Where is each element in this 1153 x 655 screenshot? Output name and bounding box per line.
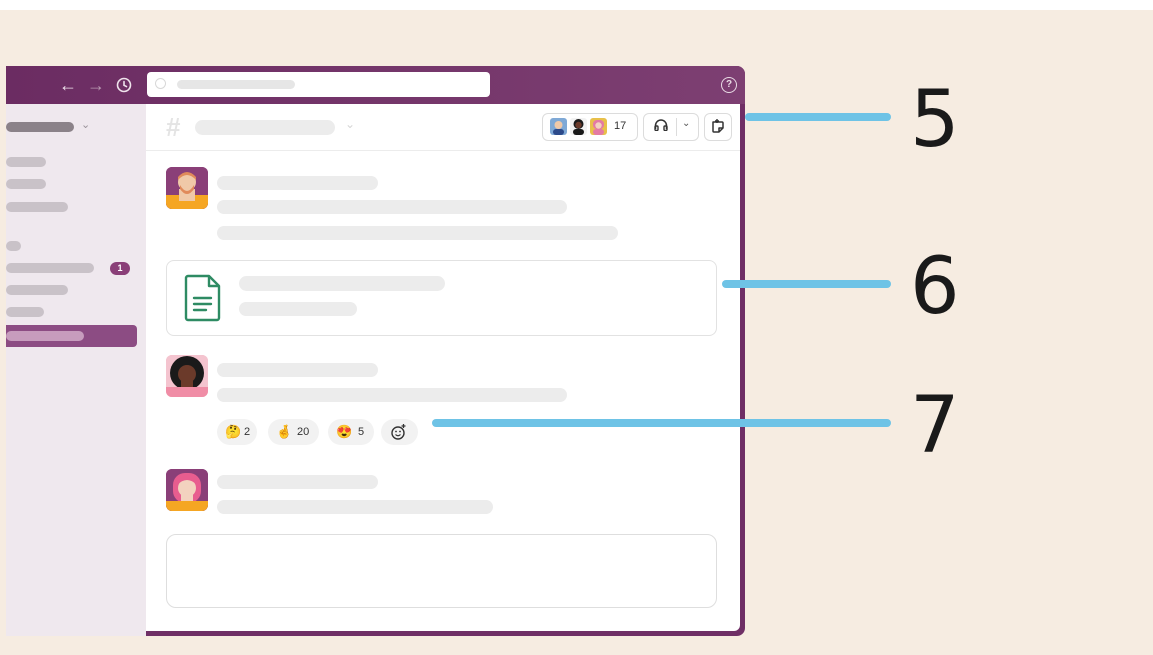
hash-icon: #	[166, 112, 181, 142]
canvas-button[interactable]	[704, 113, 732, 141]
canvas-icon	[712, 119, 724, 133]
huddle-button[interactable]: ⌄	[643, 113, 699, 141]
attachment-title	[239, 276, 445, 291]
member-avatar	[590, 118, 607, 135]
illustration-background: ← → ? ⌄ 1 # ⌄ 17 ⌄ 🤔 2 🤞 20 😍 5 5 6 7	[0, 10, 1153, 655]
heart-eyes-icon: 😍	[336, 424, 353, 439]
members-button[interactable]: 17	[542, 113, 638, 141]
sidebar-item[interactable]	[6, 157, 46, 167]
title-bar: ← → ?	[6, 66, 745, 104]
sidebar-channel[interactable]	[6, 307, 44, 317]
chevron-down-icon[interactable]: ⌄	[345, 117, 355, 131]
search-placeholder	[177, 80, 295, 89]
chevron-down-icon[interactable]: ⌄	[81, 118, 90, 131]
reaction-count: 20	[297, 426, 310, 438]
member-avatar	[550, 118, 567, 135]
channel-view: # ⌄ 17 ⌄ 🤔 2 🤞 20 😍 5	[146, 104, 740, 631]
arrow-right-icon[interactable]: →	[86, 75, 106, 95]
add-reaction-icon	[391, 424, 406, 440]
help-circle-icon[interactable]: ?	[721, 77, 737, 93]
sidebar-channel-active[interactable]	[6, 325, 137, 347]
callout-line-7	[432, 419, 891, 427]
message-author	[217, 176, 378, 190]
member-avatar	[570, 118, 587, 135]
message-text	[217, 226, 618, 240]
arrow-left-icon[interactable]: ←	[58, 75, 78, 95]
avatar[interactable]	[166, 469, 208, 511]
sidebar-item[interactable]	[6, 202, 68, 212]
sidebar-section-header[interactable]	[6, 241, 21, 251]
message-text	[217, 388, 567, 402]
callout-number: 6	[910, 242, 960, 332]
callout-line-6	[722, 280, 891, 288]
unread-badge: 1	[110, 262, 130, 275]
avatar[interactable]	[166, 167, 208, 209]
message-text	[217, 500, 493, 514]
sidebar-item[interactable]	[6, 179, 46, 189]
search-input[interactable]	[147, 72, 490, 97]
message-author	[217, 475, 378, 489]
reaction-count: 5	[358, 426, 365, 438]
clock-icon[interactable]	[114, 75, 134, 95]
thinking-face-icon: 🤔	[225, 424, 242, 439]
reaction-count: 2	[244, 426, 251, 438]
channel-name[interactable]	[195, 120, 335, 135]
app-window: ← → ? ⌄ 1 # ⌄ 17 ⌄ 🤔 2 🤞 20 😍 5	[6, 66, 745, 636]
headphones-icon	[654, 119, 668, 131]
member-count: 17	[614, 120, 627, 132]
callout-line-5	[745, 113, 891, 121]
crossed-fingers-icon: 🤞	[276, 424, 293, 439]
message-author	[217, 363, 378, 377]
avatar[interactable]	[166, 355, 208, 397]
workspace-name[interactable]	[6, 122, 74, 132]
search-icon	[155, 78, 166, 89]
message-text	[217, 200, 567, 214]
reaction-pill[interactable]: 🤔 2	[217, 419, 257, 445]
sidebar-channel-unread[interactable]	[6, 263, 94, 273]
callout-number: 5	[910, 75, 960, 165]
callout-number: 7	[910, 381, 960, 471]
attachment-meta	[239, 302, 357, 316]
reaction-pill[interactable]: 🤞 20	[268, 419, 319, 445]
chevron-down-icon[interactable]: ⌄	[682, 118, 690, 129]
file-attachment[interactable]	[166, 260, 717, 336]
sidebar-channel[interactable]	[6, 285, 68, 295]
message-composer[interactable]	[166, 534, 717, 608]
add-reaction-button[interactable]	[381, 419, 418, 445]
reaction-pill[interactable]: 😍 5	[328, 419, 374, 445]
sidebar: ⌄ 1	[6, 104, 146, 636]
channel-header: # ⌄ 17 ⌄	[146, 104, 740, 151]
document-icon	[184, 274, 221, 322]
